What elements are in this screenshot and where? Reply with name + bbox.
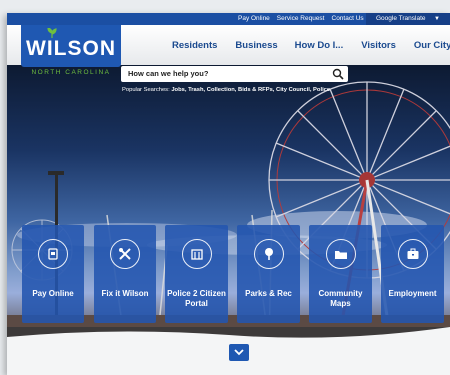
tree-icon (253, 239, 284, 269)
tile-label: Parks & Rec (245, 289, 292, 298)
scroll-down-button[interactable] (229, 344, 249, 361)
tile-label: Pay Online (32, 289, 74, 298)
tile-parks-rec[interactable]: Parks & Rec (237, 225, 300, 323)
nav-residents[interactable]: Residents (172, 40, 217, 51)
search-input[interactable]: How can we help you? (121, 66, 348, 82)
utility-bar: Pay Online Service Request Contact Us Go… (7, 13, 450, 25)
page: Pay Online Service Request Contact Us Go… (0, 0, 450, 375)
nav-visitors[interactable]: Visitors (361, 40, 396, 51)
contact-us-link[interactable]: Contact Us (332, 13, 364, 25)
pay-online-link[interactable]: Pay Online (238, 13, 270, 25)
search-placeholder: How can we help you? (128, 69, 209, 78)
search-icon[interactable] (332, 68, 344, 80)
tile-police-2-citizen-portal[interactable]: Police 2 Citizen Portal (165, 225, 228, 323)
tile-community-maps[interactable]: Community Maps (309, 225, 372, 323)
tile-pay-online[interactable]: Pay Online (22, 225, 84, 323)
popular-searches-terms[interactable]: Jobs, Trash, Collection, Bids & RFPs, Ci… (171, 87, 330, 93)
folder-icon (325, 239, 356, 269)
nav-business[interactable]: Business (235, 40, 277, 51)
tile-label: Community Maps (318, 289, 363, 308)
tools-icon (110, 239, 140, 269)
service-request-link[interactable]: Service Request (277, 13, 325, 25)
logo-subtitle: NORTH CAROLINA (31, 69, 111, 76)
wilson-logo[interactable]: WILSON (21, 25, 121, 67)
tile-label: Police 2 Citizen Portal (167, 289, 226, 308)
tile-employment[interactable]: Employment (381, 225, 444, 323)
chevron-down-icon: ▼ (434, 16, 440, 22)
main-nav-links: Residents Business How Do I... Visitors … (172, 25, 450, 65)
google-translate-label: Google Translate (376, 15, 426, 22)
popular-searches: Popular Searches: Jobs, Trash, Collectio… (122, 87, 330, 93)
tile-label: Fix it Wilson (101, 289, 149, 298)
nav-how-do-i[interactable]: How Do I... (295, 40, 344, 51)
website-screenshot: Pay Online Service Request Contact Us Go… (7, 13, 450, 375)
tile-fix-it-wilson[interactable]: Fix it Wilson (94, 225, 156, 323)
logo-wordmark: WILSON (26, 37, 116, 60)
payment-card-icon (38, 239, 68, 269)
chevron-down-icon (234, 349, 244, 356)
google-translate-dropdown[interactable]: Google Translate ▼ (366, 13, 450, 25)
utility-links: Pay Online Service Request Contact Us (238, 13, 364, 25)
portal-icon (181, 239, 212, 269)
popular-searches-label: Popular Searches: (122, 87, 170, 93)
nav-our-city[interactable]: Our City (414, 40, 450, 51)
tile-label: Employment (388, 289, 437, 298)
briefcase-icon (397, 239, 428, 269)
